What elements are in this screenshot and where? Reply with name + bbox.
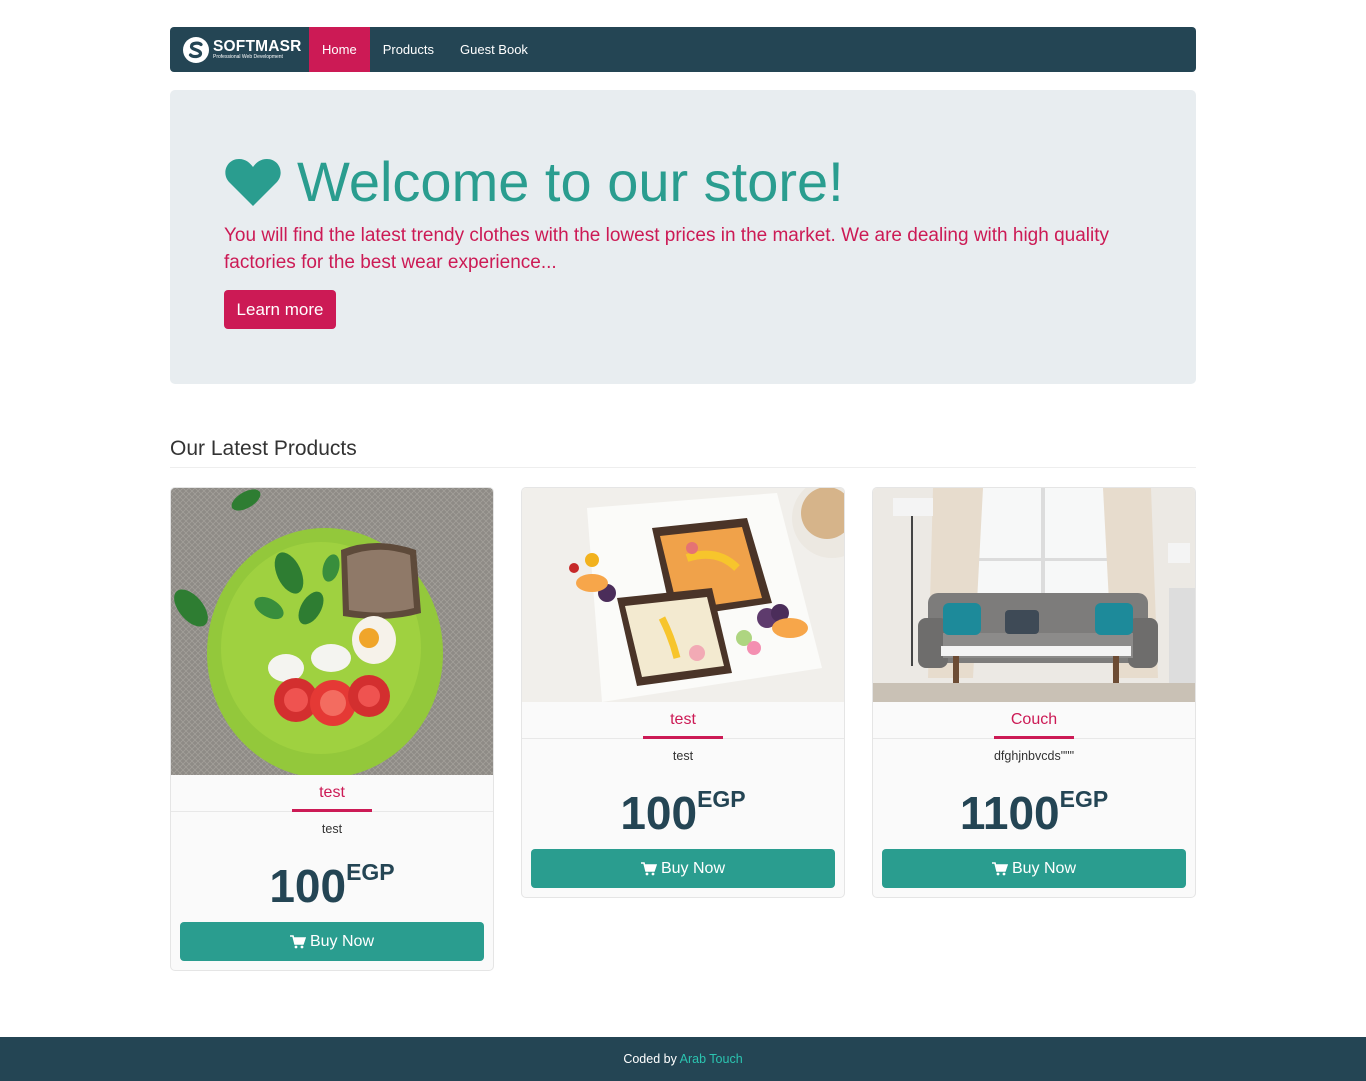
product-image-living-room-couch[interactable] <box>873 488 1195 702</box>
title-underline <box>292 809 372 812</box>
product-card: Couch dfghjnbvcds""" 1100EGP Buy Now <box>872 487 1196 898</box>
product-price: 100EGP <box>522 785 844 841</box>
section-title: Our Latest Products <box>170 437 357 460</box>
buy-now-label: Buy Now <box>660 859 726 877</box>
footer: Coded by Arab Touch <box>0 1037 1366 1081</box>
product-card-header: test <box>522 702 844 739</box>
navbar: SOFTMASR Professional Web Development Ho… <box>170 27 1196 72</box>
buy-now-label: Buy Now <box>309 932 375 950</box>
hero-jumbotron: Welcome to our store! You will find the … <box>170 90 1196 384</box>
price-currency: EGP <box>1059 786 1109 812</box>
shopping-cart-icon <box>289 934 306 948</box>
product-description: test <box>672 749 694 763</box>
price-amount: 100 <box>620 787 698 839</box>
price-currency: EGP <box>697 786 746 812</box>
product-title[interactable]: test <box>171 775 493 802</box>
product-price: 100EGP <box>171 858 493 914</box>
product-price: 1100EGP <box>873 785 1195 841</box>
footer-credit-prefix: Coded by <box>623 1052 677 1066</box>
brand-tagline: Professional Web Development <box>213 54 283 61</box>
buy-now-button[interactable]: Buy Now <box>180 922 484 961</box>
buy-now-button[interactable]: Buy Now <box>531 849 835 888</box>
product-image-salad-plate[interactable] <box>171 488 493 775</box>
product-card-header: test <box>171 775 493 812</box>
brand-logo[interactable]: SOFTMASR Professional Web Development <box>182 34 302 65</box>
product-title[interactable]: test <box>522 702 844 729</box>
price-amount: 1100 <box>959 787 1060 839</box>
softmasr-logo-icon <box>183 36 209 63</box>
title-underline <box>994 736 1074 739</box>
brand-name: SOFTMASR <box>213 37 302 55</box>
product-image-toast-breakfast[interactable] <box>522 488 844 702</box>
nav-item-home[interactable]: Home <box>309 27 370 72</box>
section-divider <box>170 467 1196 468</box>
heart-icon <box>225 159 281 206</box>
buy-now-label: Buy Now <box>1011 859 1077 877</box>
price-currency: EGP <box>346 859 395 885</box>
footer-credit-link[interactable]: Arab Touch <box>680 1052 743 1066</box>
product-description: test <box>321 822 343 836</box>
nav-item-guest-book[interactable]: Guest Book <box>447 27 541 72</box>
product-card: test test 100EGP Buy Now <box>170 487 494 971</box>
price-amount: 100 <box>269 860 347 912</box>
hero-title-text: Welcome to our store! <box>297 150 844 213</box>
hero-title: Welcome to our store! <box>224 150 844 214</box>
learn-more-button[interactable]: Learn more <box>224 290 336 329</box>
buy-now-button[interactable]: Buy Now <box>882 849 1186 888</box>
shopping-cart-icon <box>991 861 1008 875</box>
nav-menu: Home Products Guest Book <box>309 27 541 72</box>
product-card-header: Couch <box>873 702 1195 739</box>
title-underline <box>643 736 723 739</box>
shopping-cart-icon <box>640 861 657 875</box>
hero-lead: You will find the latest trendy clothes … <box>224 225 1110 273</box>
product-description: dfghjnbvcds""" <box>993 749 1075 763</box>
product-title[interactable]: Couch <box>873 702 1195 729</box>
product-card: test test 100EGP Buy Now <box>521 487 845 898</box>
nav-item-products[interactable]: Products <box>370 27 447 72</box>
